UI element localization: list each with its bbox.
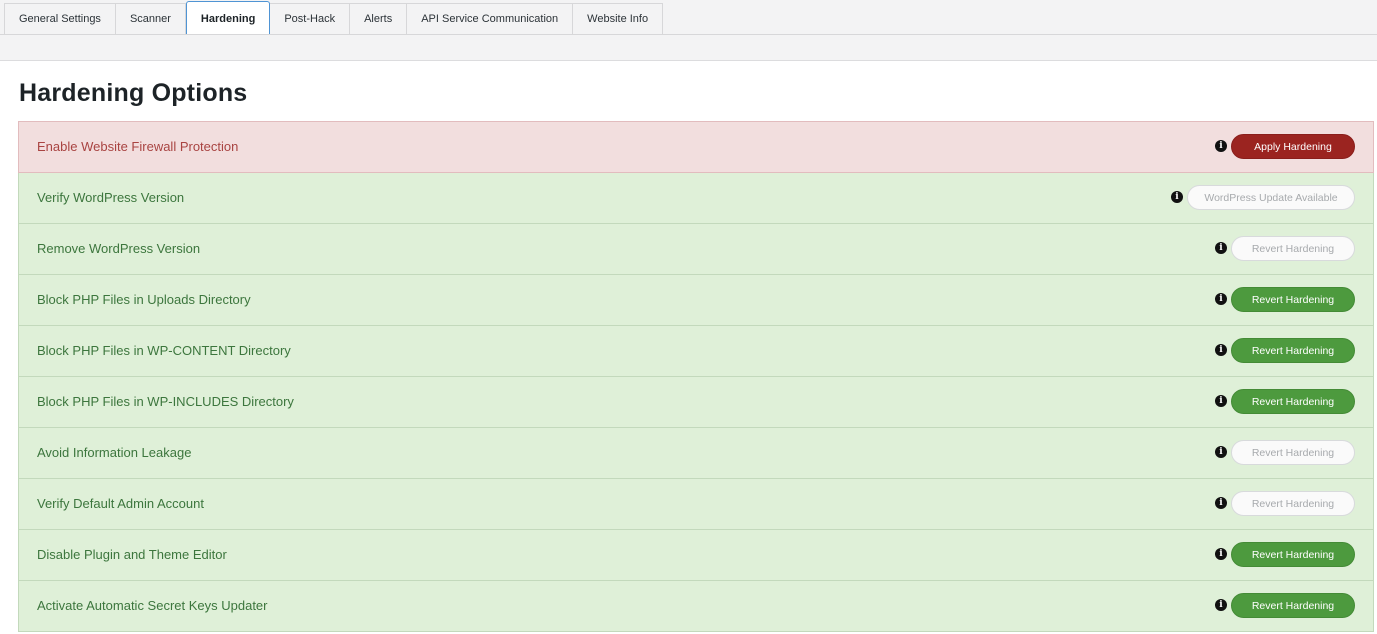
- hardening-option-row: Verify WordPress Version i WordPress Upd…: [18, 173, 1374, 224]
- hardening-option-row: Block PHP Files in WP-CONTENT Directory …: [18, 326, 1374, 377]
- hardening-option-row: Verify Default Admin Account i Revert Ha…: [18, 479, 1374, 530]
- option-label: Block PHP Files in WP-CONTENT Directory: [37, 343, 291, 358]
- revert-hardening-button[interactable]: Revert Hardening: [1231, 338, 1355, 363]
- hardening-option-row: Avoid Information Leakage i Revert Harde…: [18, 428, 1374, 479]
- tab-website-info[interactable]: Website Info: [573, 3, 664, 35]
- hardening-option-row: Activate Automatic Secret Keys Updater i…: [18, 581, 1374, 632]
- info-icon[interactable]: i: [1215, 344, 1227, 356]
- option-label: Disable Plugin and Theme Editor: [37, 547, 227, 562]
- info-icon[interactable]: i: [1215, 599, 1227, 611]
- option-label: Avoid Information Leakage: [37, 445, 192, 460]
- revert-hardening-button[interactable]: Revert Hardening: [1231, 440, 1355, 465]
- tab-bar: General Settings Scanner Hardening Post-…: [4, 1, 664, 35]
- revert-hardening-button[interactable]: Revert Hardening: [1231, 287, 1355, 312]
- hardening-option-row: Remove WordPress Version i Revert Harden…: [18, 224, 1374, 275]
- tab-general-settings[interactable]: General Settings: [4, 3, 116, 35]
- revert-hardening-button[interactable]: Revert Hardening: [1231, 236, 1355, 261]
- option-label: Activate Automatic Secret Keys Updater: [37, 598, 268, 613]
- info-icon[interactable]: i: [1215, 140, 1227, 152]
- revert-hardening-button[interactable]: Revert Hardening: [1231, 593, 1355, 618]
- top-bar: General Settings Scanner Hardening Post-…: [0, 0, 1377, 61]
- hardening-option-row: Disable Plugin and Theme Editor i Revert…: [18, 530, 1374, 581]
- hardening-options-list: Enable Website Firewall Protection i App…: [18, 121, 1374, 632]
- tab-hardening[interactable]: Hardening: [185, 1, 271, 34]
- option-label: Remove WordPress Version: [37, 241, 201, 256]
- hardening-option-row: Block PHP Files in Uploads Directory i R…: [18, 275, 1374, 326]
- revert-hardening-button[interactable]: Revert Hardening: [1231, 389, 1355, 414]
- revert-hardening-button[interactable]: Revert Hardening: [1231, 491, 1355, 516]
- info-icon[interactable]: i: [1215, 548, 1227, 560]
- option-label: Verify WordPress Version: [37, 190, 185, 205]
- info-icon[interactable]: i: [1215, 395, 1227, 407]
- wordpress-update-available-button[interactable]: WordPress Update Available: [1187, 185, 1355, 210]
- option-label: Block PHP Files in WP-INCLUDES Directory: [37, 394, 294, 409]
- revert-hardening-button[interactable]: Revert Hardening: [1231, 542, 1355, 567]
- info-icon[interactable]: i: [1215, 242, 1227, 254]
- tab-alerts[interactable]: Alerts: [350, 3, 408, 35]
- page-title: Hardening Options: [19, 79, 248, 107]
- info-icon[interactable]: i: [1215, 497, 1227, 509]
- option-label: Block PHP Files in Uploads Directory: [37, 292, 251, 307]
- option-label: Verify Default Admin Account: [37, 496, 204, 511]
- apply-hardening-button[interactable]: Apply Hardening: [1231, 134, 1355, 159]
- hardening-option-row: Block PHP Files in WP-INCLUDES Directory…: [18, 377, 1374, 428]
- info-icon[interactable]: i: [1171, 191, 1183, 203]
- info-icon[interactable]: i: [1215, 446, 1227, 458]
- info-icon[interactable]: i: [1215, 293, 1227, 305]
- tab-post-hack[interactable]: Post-Hack: [270, 3, 351, 35]
- tab-api-service-communication[interactable]: API Service Communication: [407, 3, 574, 35]
- option-label: Enable Website Firewall Protection: [37, 139, 239, 154]
- tab-scanner[interactable]: Scanner: [115, 3, 186, 35]
- hardening-option-row: Enable Website Firewall Protection i App…: [18, 121, 1374, 173]
